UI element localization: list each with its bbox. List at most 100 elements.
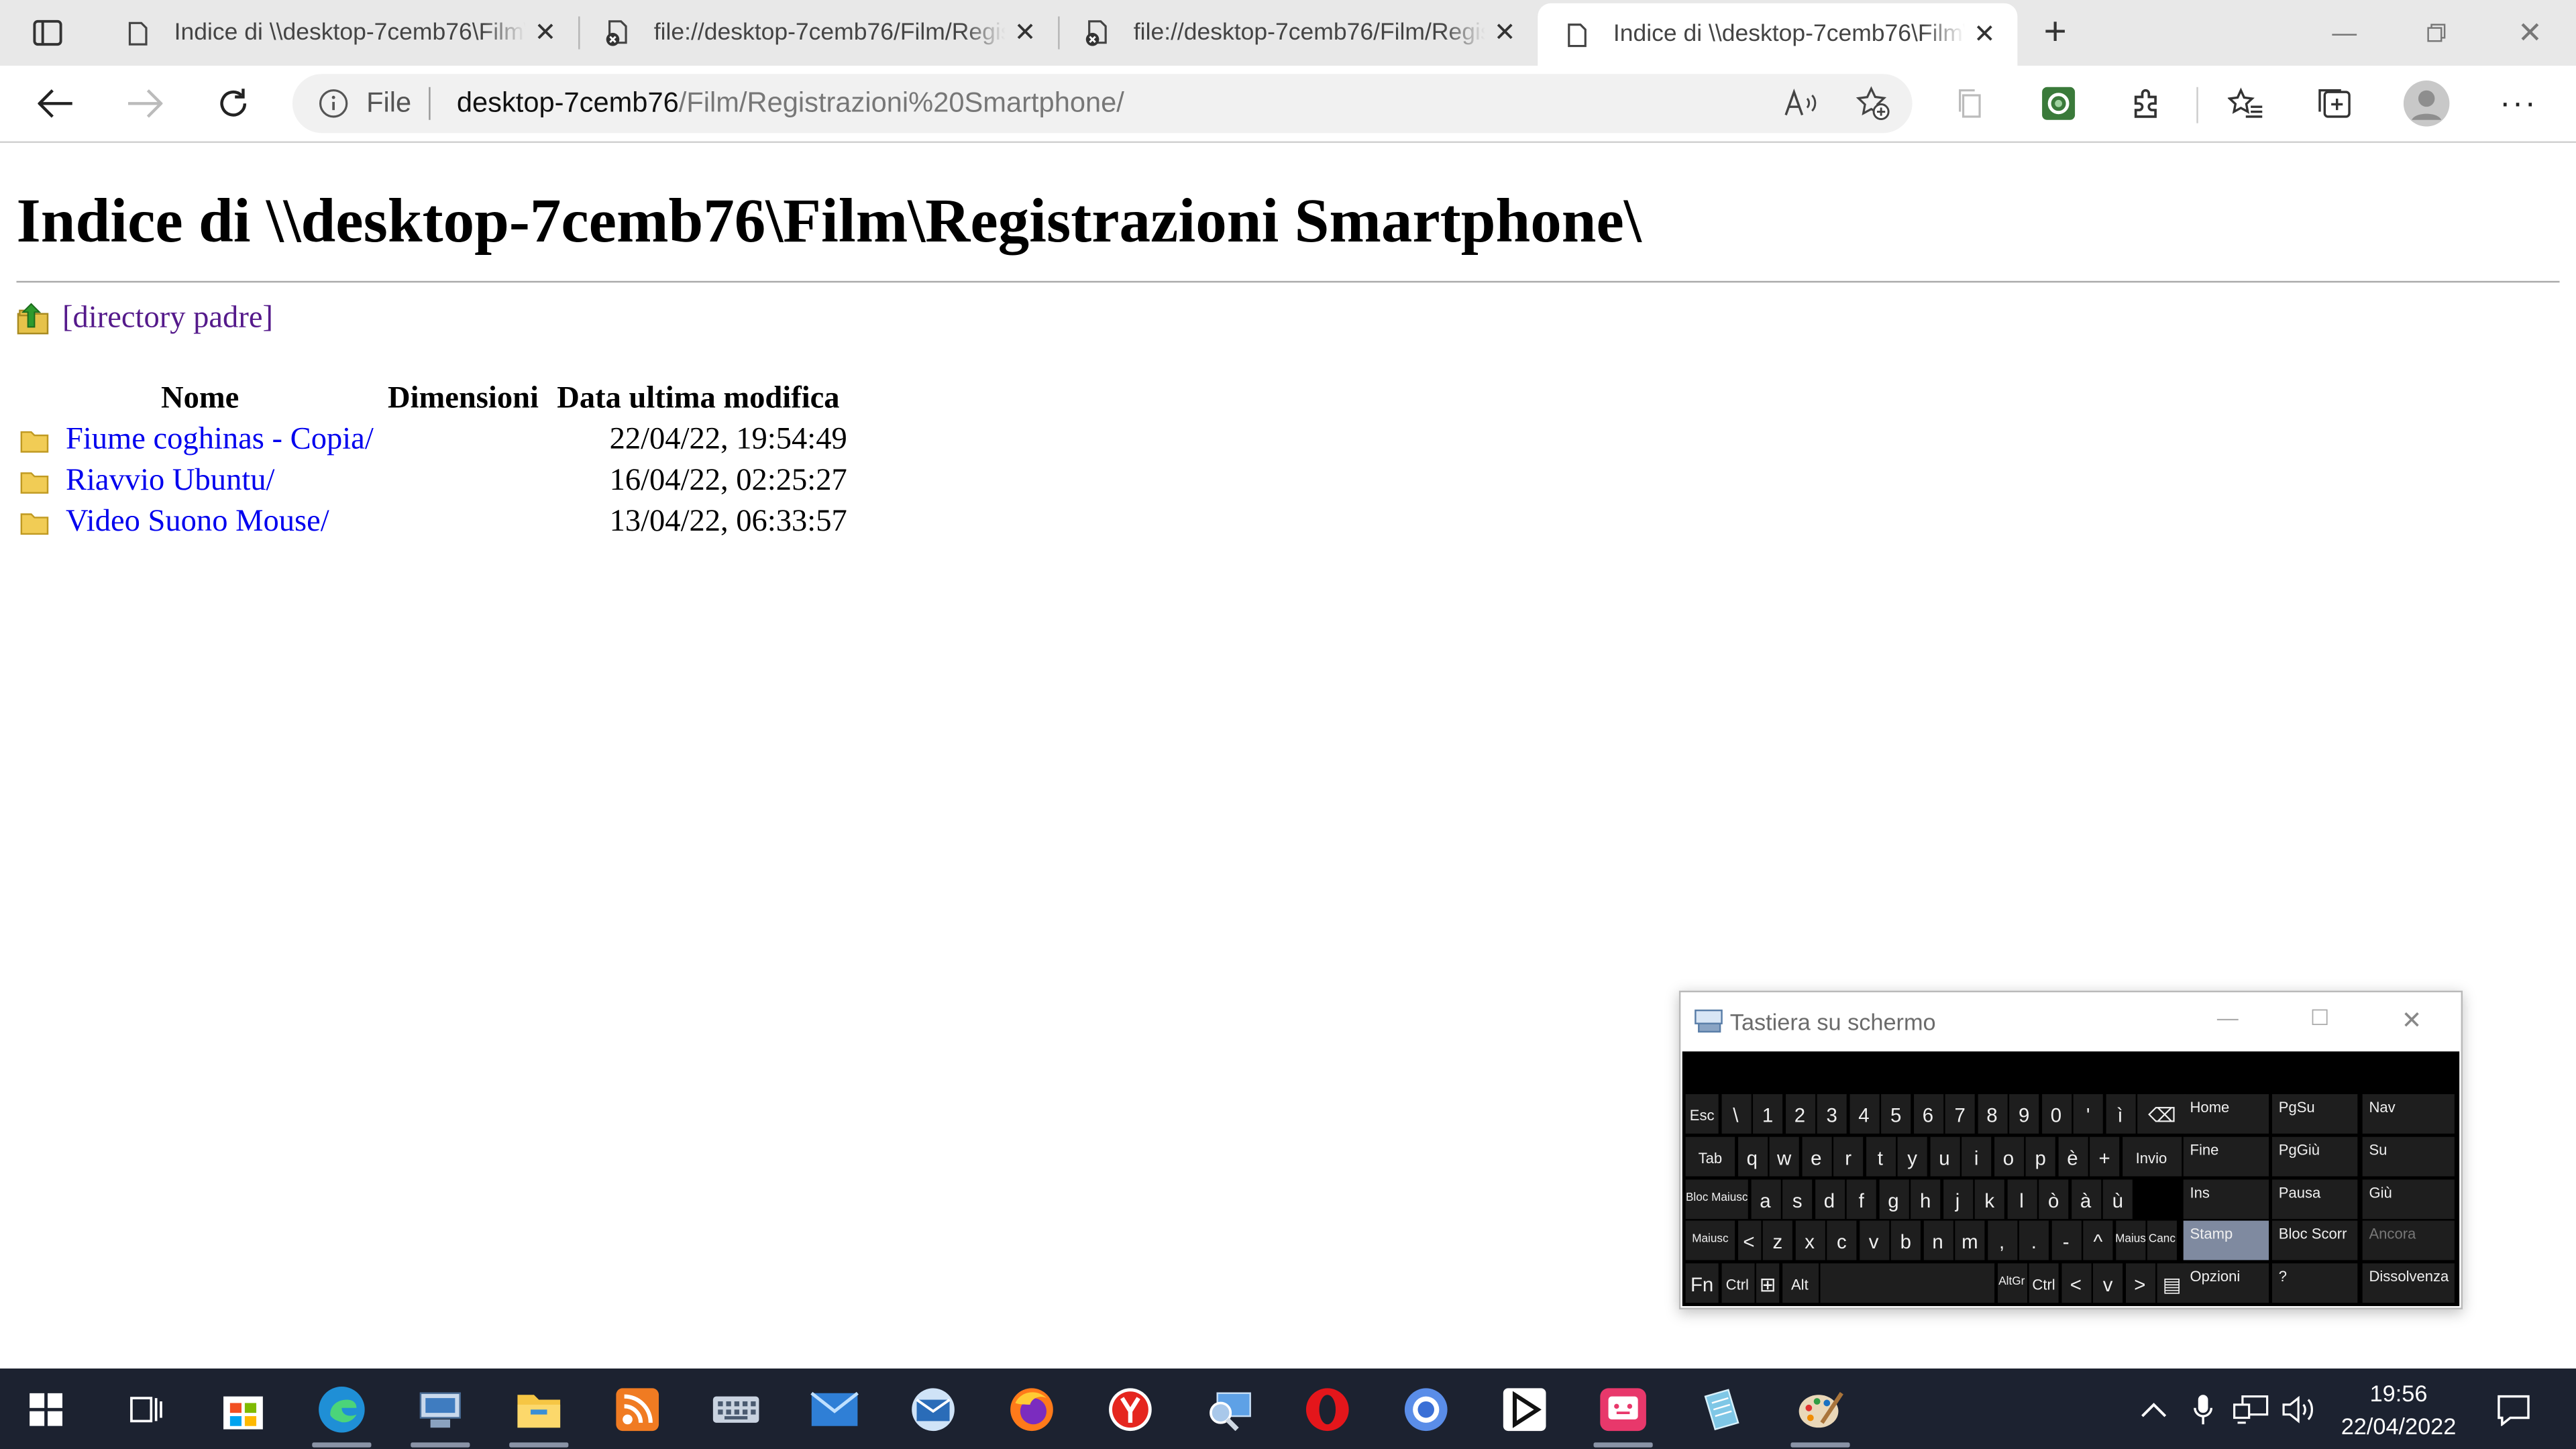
osk-key[interactable]: Alt <box>1781 1263 1818 1303</box>
taskbar-chrome[interactable] <box>1380 1368 1472 1449</box>
osk-key[interactable]: 0 <box>2041 1094 2071 1134</box>
osk-close-button[interactable]: ✕ <box>2387 1006 2436 1038</box>
osk-nav-key[interactable]: PgGiù <box>2271 1136 2358 1177</box>
osk-minimize-button[interactable]: — <box>2203 1006 2252 1038</box>
osk-key[interactable]: Fn <box>1685 1263 1719 1303</box>
osk-nav-key[interactable]: Fine <box>2183 1136 2269 1177</box>
taskbar-mail[interactable] <box>789 1368 881 1449</box>
osk-key[interactable]: ' <box>2073 1094 2103 1134</box>
tab-actions-button[interactable] <box>19 13 75 53</box>
osk-key[interactable]: k <box>1974 1179 2004 1220</box>
osk-nav-key[interactable]: Pausa <box>2271 1179 2358 1220</box>
osk-nav-key[interactable]: Dissolvenza <box>2362 1263 2455 1303</box>
osk-nav-key[interactable]: ? <box>2271 1263 2358 1303</box>
osk-key[interactable]: 3 <box>1817 1094 1847 1134</box>
taskbar-clock[interactable]: 19:56 22/04/2022 <box>2320 1377 2477 1442</box>
taskbar-network-scanner[interactable] <box>394 1368 486 1449</box>
collections-disabled-button[interactable] <box>1943 77 1996 129</box>
close-window-button[interactable]: ✕ <box>2484 0 2576 66</box>
tab-3[interactable]: file://desktop-7cemb76/Film/Registrazion… <box>1058 0 1538 66</box>
osk-key[interactable]: Canc <box>2147 1220 2177 1260</box>
osk-key[interactable]: 5 <box>1881 1094 1911 1134</box>
volume-tray[interactable] <box>2273 1368 2322 1449</box>
tab-4-active[interactable]: Indice di \\desktop-7cemb76\Film\Registr… <box>1538 3 2018 66</box>
osk-key[interactable]: v <box>2093 1263 2123 1303</box>
osk-key[interactable]: j <box>1942 1179 1973 1220</box>
column-header-modified[interactable]: Data ultima modifica <box>557 381 839 417</box>
osk-key[interactable]: v <box>1859 1220 1889 1260</box>
favorites-button[interactable] <box>2220 77 2272 129</box>
taskbar-audio-app[interactable] <box>592 1368 684 1449</box>
osk-key[interactable]: < <box>2061 1263 2091 1303</box>
osk-key[interactable]: l <box>2006 1179 2037 1220</box>
osk-key[interactable]: Bloc Maiusc <box>1685 1179 1748 1220</box>
osk-nav-key[interactable]: Ancora <box>2362 1220 2455 1260</box>
osk-key[interactable]: 9 <box>2009 1094 2039 1134</box>
taskbar-opera[interactable] <box>1281 1368 1373 1449</box>
osk-key[interactable]: f <box>1846 1179 1876 1220</box>
osk-key[interactable]: Maiusc <box>2115 1220 2145 1260</box>
osk-key[interactable]: s <box>1782 1179 1813 1220</box>
collections-button[interactable] <box>2308 77 2361 129</box>
osk-key[interactable] <box>1820 1263 1995 1303</box>
osk-key[interactable]: ⊞ <box>1756 1263 1780 1303</box>
taskbar-notepad[interactable] <box>1676 1368 1768 1449</box>
osk-key[interactable]: Ctrl <box>1721 1263 1754 1303</box>
show-hidden-icons-button[interactable] <box>2129 1368 2178 1449</box>
osk-key[interactable]: , <box>1987 1220 2017 1260</box>
restore-button[interactable] <box>2390 0 2482 66</box>
osk-key[interactable]: ▤ <box>2157 1263 2187 1303</box>
osk-key[interactable]: Esc <box>1685 1094 1719 1134</box>
tab-1[interactable]: Indice di \\desktop-7cemb76\Film\Registr… <box>99 0 578 66</box>
info-icon[interactable] <box>319 89 348 118</box>
osk-key[interactable]: 7 <box>1945 1094 1975 1134</box>
osk-key[interactable]: ⌫ <box>2137 1094 2187 1134</box>
column-header-size[interactable]: Dimensioni <box>388 381 539 417</box>
osk-key[interactable]: c <box>1827 1220 1857 1260</box>
osk-nav-key[interactable]: PgSu <box>2271 1094 2358 1134</box>
taskbar-firefox[interactable] <box>985 1368 1077 1449</box>
osk-key[interactable]: > <box>2125 1263 2155 1303</box>
osk-key[interactable]: p <box>2025 1136 2055 1177</box>
url-text[interactable]: desktop-7cemb76/Film/Registrazioni%20Sma… <box>457 87 1124 120</box>
osk-key[interactable]: ù <box>2102 1179 2133 1220</box>
refresh-button[interactable] <box>207 77 260 129</box>
osk-key[interactable]: Tab <box>1685 1136 1735 1177</box>
osk-nav-key[interactable]: Giù <box>2362 1179 2455 1220</box>
osk-nav-key[interactable]: Opzioni <box>2183 1263 2269 1303</box>
folder-link[interactable]: Video Suono Mouse/ <box>66 504 329 541</box>
osk-key[interactable]: r <box>1833 1136 1864 1177</box>
osk-key[interactable]: à <box>2070 1179 2101 1220</box>
osk-key[interactable]: Maiusc <box>1685 1220 1735 1260</box>
tab-2[interactable]: file://desktop-7cemb76/Film/Registrazion… <box>578 0 1058 66</box>
osk-key[interactable]: 4 <box>1849 1094 1879 1134</box>
taskbar-remote-desktop[interactable] <box>1183 1368 1275 1449</box>
profile-button[interactable] <box>2400 77 2453 129</box>
taskbar-edge[interactable] <box>296 1368 388 1449</box>
osk-key[interactable]: Ctrl <box>2029 1263 2059 1303</box>
taskbar-microsoft-store[interactable] <box>197 1368 289 1449</box>
taskbar-paint[interactable] <box>1774 1368 1866 1449</box>
taskbar-media-player[interactable] <box>1479 1368 1570 1449</box>
tab-close-icon[interactable]: ✕ <box>1965 15 2004 54</box>
osk-key[interactable]: 1 <box>1753 1094 1783 1134</box>
taskbar-screen-recorder[interactable] <box>1577 1368 1669 1449</box>
folder-link[interactable]: Fiume coghinas - Copia/ <box>66 422 374 458</box>
osk-key[interactable]: x <box>1794 1220 1825 1260</box>
start-button[interactable] <box>0 1368 92 1449</box>
osk-key[interactable]: d <box>1814 1179 1845 1220</box>
osk-key[interactable]: q <box>1737 1136 1767 1177</box>
osk-key[interactable]: n <box>1923 1220 1953 1260</box>
osk-key[interactable]: + <box>2090 1136 2120 1177</box>
osk-key[interactable]: w <box>1769 1136 1799 1177</box>
osk-key[interactable]: i <box>1962 1136 1992 1177</box>
osk-nav-key[interactable]: Su <box>2362 1136 2455 1177</box>
osk-key[interactable]: h <box>1911 1179 1941 1220</box>
folder-link[interactable]: Riavvio Ubuntu/ <box>66 464 275 500</box>
osk-nav-key[interactable]: Home <box>2183 1094 2269 1134</box>
osk-nav-key[interactable]: Stamp <box>2183 1220 2269 1260</box>
address-bar[interactable]: File desktop-7cemb76/Film/Registrazioni%… <box>292 74 1913 133</box>
osk-key[interactable]: 6 <box>1913 1094 1943 1134</box>
osk-titlebar[interactable]: Tastiera su schermo — ☐ ✕ <box>1680 992 2461 1051</box>
osk-key[interactable]: y <box>1897 1136 1927 1177</box>
